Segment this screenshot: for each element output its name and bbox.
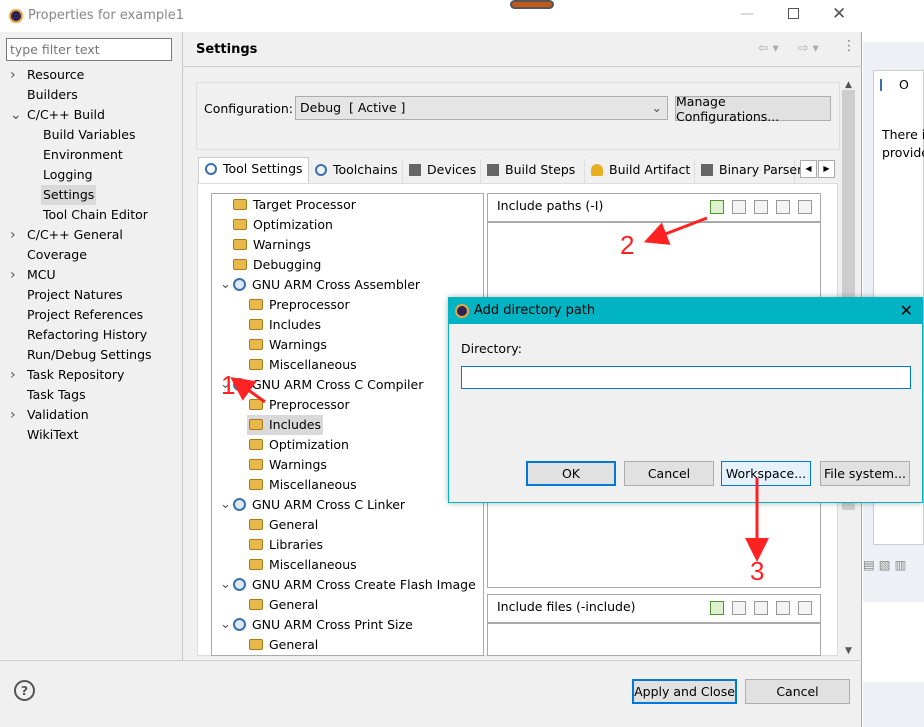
- annotation-label-3: 3: [750, 556, 765, 586]
- annotation-arrow-1: [230, 376, 266, 404]
- annotation-arrows: [230, 216, 769, 562]
- annotation-label-1: 1: [221, 370, 236, 400]
- annotation-arrow-2: [643, 216, 708, 245]
- annotation-label-2: 2: [620, 230, 635, 260]
